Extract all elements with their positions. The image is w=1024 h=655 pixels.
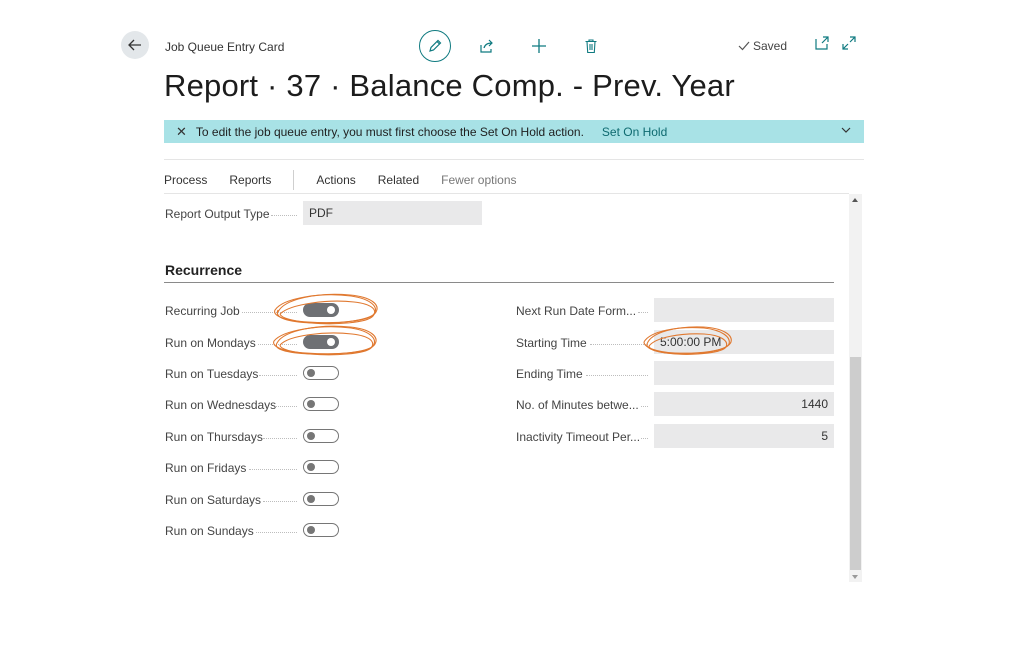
edit-button[interactable]: [419, 30, 451, 62]
run-on-fridays-toggle[interactable]: [303, 460, 339, 474]
menu-process[interactable]: Process: [164, 173, 207, 187]
menu-separator: [293, 170, 295, 190]
label-leader: [249, 469, 297, 470]
label-leader: [259, 375, 297, 376]
ending-time-field[interactable]: [654, 361, 834, 385]
window-controls: [815, 36, 856, 50]
menu-related[interactable]: Related: [378, 173, 419, 187]
next-run-date-formula-field[interactable]: [654, 298, 834, 322]
starting-time-label: Starting Time: [516, 336, 587, 350]
report-output-type-label: Report Output Type: [165, 207, 270, 221]
report-output-type-field[interactable]: PDF: [303, 201, 482, 225]
ending-time-label: Ending Time: [516, 367, 583, 381]
divider: [164, 193, 849, 194]
page: Job Queue Entry Card Saved Report · 37 ·…: [0, 0, 1024, 655]
label-leader: [271, 215, 297, 216]
section-divider: [164, 282, 834, 283]
edit-pencil-icon: [429, 39, 442, 52]
label-leader: [638, 312, 648, 313]
divider: [164, 159, 864, 160]
menu-reports[interactable]: Reports: [229, 173, 271, 187]
run-on-tuesdays-label: Run on Tuesdays: [165, 367, 259, 381]
starting-time-field[interactable]: 5:00:00 PM: [654, 330, 834, 354]
label-leader: [256, 532, 297, 533]
label-leader: [263, 501, 297, 502]
run-on-saturdays-toggle[interactable]: [303, 492, 339, 506]
close-icon[interactable]: ✕: [176, 124, 187, 140]
saved-label: Saved: [753, 39, 788, 53]
minutes-between-runs-field[interactable]: 1440: [654, 392, 834, 416]
expand-icon[interactable]: [842, 36, 856, 50]
run-on-sundays-label: Run on Sundays: [165, 524, 254, 538]
back-button[interactable]: [121, 31, 149, 59]
back-arrow-icon: [128, 39, 141, 51]
share-icon: [479, 39, 493, 53]
label-leader: [590, 344, 648, 345]
label-leader: [263, 438, 297, 439]
label-leader: [242, 312, 297, 313]
new-button[interactable]: [523, 30, 555, 62]
run-on-fridays-label: Run on Fridays: [165, 461, 247, 475]
label-leader: [258, 344, 297, 345]
recurring-job-label: Recurring Job: [165, 304, 240, 318]
delete-button[interactable]: [575, 30, 607, 62]
label-leader: [275, 406, 297, 407]
label-leader: [641, 438, 648, 439]
set-on-hold-link[interactable]: Set On Hold: [602, 125, 667, 139]
checkmark-icon: [738, 41, 750, 51]
run-on-wednesdays-label: Run on Wednesdays: [165, 398, 277, 412]
breadcrumb[interactable]: Job Queue Entry Card: [165, 40, 284, 54]
run-on-sundays-toggle[interactable]: [303, 523, 339, 537]
section-title-recurrence[interactable]: Recurrence: [165, 262, 242, 278]
run-on-mondays-toggle[interactable]: [303, 335, 339, 349]
minutes-between-runs-label: No. of Minutes betwe...: [516, 398, 639, 412]
next-run-date-formula-label: Next Run Date Form...: [516, 304, 637, 318]
inactivity-timeout-field[interactable]: 5: [654, 424, 834, 448]
notification-banner: ✕ To edit the job queue entry, you must …: [164, 120, 864, 143]
menu-fewer-options[interactable]: Fewer options: [441, 173, 516, 187]
recurring-job-toggle[interactable]: [303, 303, 339, 317]
page-title: Report · 37 · Balance Comp. - Prev. Year: [164, 68, 735, 103]
trash-icon: [585, 39, 597, 53]
banner-message: To edit the job queue entry, you must fi…: [195, 124, 584, 139]
scrollbar-thumb[interactable]: [850, 357, 861, 570]
toolbar: [419, 30, 627, 62]
run-on-thursdays-toggle[interactable]: [303, 429, 339, 443]
action-menu: Process Reports Actions Related Fewer op…: [164, 170, 539, 190]
inactivity-timeout-label: Inactivity Timeout Per...: [516, 430, 641, 444]
scroll-down-icon[interactable]: [852, 575, 858, 579]
label-leader: [641, 406, 648, 407]
scroll-up-icon[interactable]: [852, 198, 858, 202]
share-button[interactable]: [471, 30, 503, 62]
annotation-circles: [273, 293, 378, 356]
run-on-mondays-label: Run on Mondays: [165, 336, 256, 350]
saved-status: Saved: [738, 39, 787, 53]
run-on-tuesdays-toggle[interactable]: [303, 366, 339, 380]
chevron-down-icon[interactable]: [840, 124, 852, 136]
run-on-wednesdays-toggle[interactable]: [303, 397, 339, 411]
plus-icon: [532, 39, 546, 53]
menu-actions[interactable]: Actions: [316, 173, 355, 187]
run-on-thursdays-label: Run on Thursdays: [165, 430, 263, 444]
label-leader: [586, 375, 648, 376]
run-on-saturdays-label: Run on Saturdays: [165, 493, 262, 507]
open-new-window-icon[interactable]: [815, 36, 830, 50]
